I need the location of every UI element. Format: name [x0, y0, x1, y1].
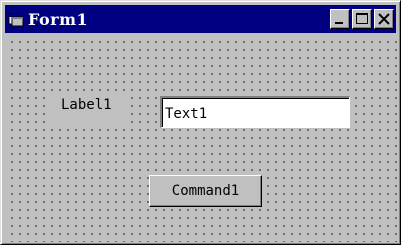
form-icon[interactable]: [8, 11, 24, 27]
title-bar-buttons: [330, 9, 394, 29]
command1-button[interactable]: Command1: [149, 175, 262, 207]
text1-textbox[interactable]: [160, 96, 350, 128]
minimize-button[interactable]: [330, 9, 350, 29]
form-window: Form1 Label1 Command1: [0, 0, 401, 245]
maximize-icon: [356, 13, 368, 24]
maximize-button[interactable]: [352, 9, 372, 29]
close-icon: [378, 13, 390, 25]
minimize-icon: [335, 22, 343, 24]
form-design-surface[interactable]: Label1 Command1: [5, 35, 398, 242]
title-bar[interactable]: Form1: [5, 5, 396, 33]
close-button[interactable]: [374, 9, 394, 29]
window-title: Form1: [28, 9, 89, 29]
label1[interactable]: Label1: [49, 93, 131, 126]
